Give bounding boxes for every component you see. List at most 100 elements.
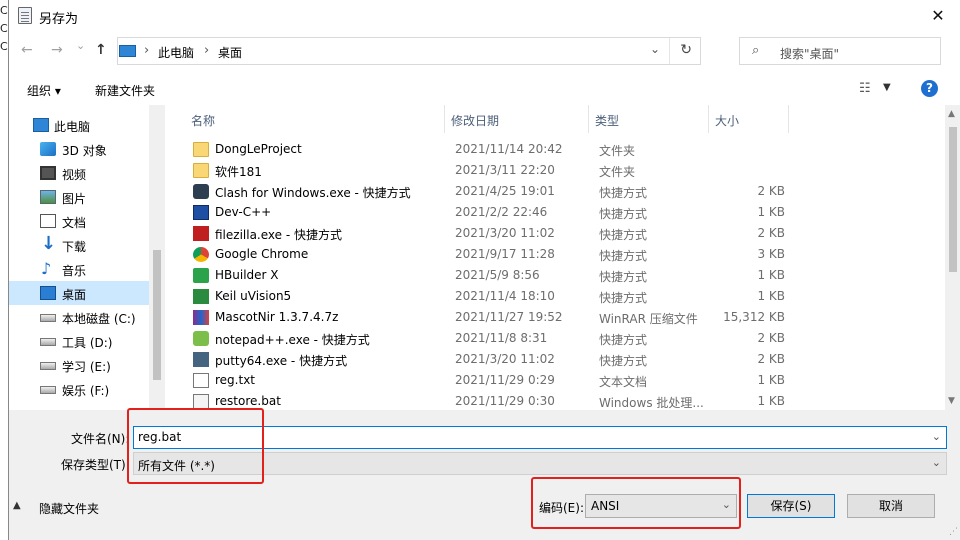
save-button[interactable]: 保存(S) xyxy=(747,494,835,518)
file-size: 2 KB xyxy=(757,184,785,198)
file-date: 2021/9/17 11:28 xyxy=(455,247,555,261)
cancel-button[interactable]: 取消 xyxy=(847,494,935,518)
title-bar: 另存为 ✕ xyxy=(9,0,960,31)
nav-item-label: 娱乐 (F:) xyxy=(62,384,110,398)
organize-button[interactable]: 组织 ▾ xyxy=(27,82,61,99)
nav-item-drive-d[interactable]: 工具 (D:) xyxy=(9,329,149,353)
back-button[interactable]: ← xyxy=(21,42,33,58)
up-button[interactable]: ↑ xyxy=(95,42,107,58)
devcpp-icon xyxy=(193,205,209,220)
file-row[interactable]: MascotNir 1.3.7.4.7z 2021/11/27 19:52 Wi… xyxy=(185,307,937,328)
clash-icon xyxy=(193,184,209,199)
nav-item-this-pc[interactable]: 此电脑 xyxy=(9,113,149,137)
column-header-size[interactable]: 大小 xyxy=(709,105,789,133)
file-name: Keil uVision5 xyxy=(215,289,292,303)
breadcrumb-this-pc[interactable]: 此电脑 xyxy=(158,44,194,61)
scroll-up-icon[interactable]: ▲ xyxy=(948,109,955,119)
column-header-date[interactable]: 修改日期 xyxy=(445,105,589,133)
nav-item-3d-objects[interactable]: 3D 对象 xyxy=(9,137,149,161)
scrollbar-thumb[interactable] xyxy=(153,250,161,380)
file-row[interactable]: reg.txt 2021/11/29 0:29 文本文档 1 KB xyxy=(185,370,937,391)
nav-item-pictures[interactable]: 图片 xyxy=(9,185,149,209)
file-date: 2021/11/14 20:42 xyxy=(455,142,563,156)
file-list-scrollbar[interactable]: ▲ ▼ xyxy=(945,105,960,410)
nav-scrollbar[interactable] xyxy=(149,105,165,410)
background-window-edge: C C C xyxy=(0,0,8,540)
file-type: 快捷方式 xyxy=(599,291,648,305)
file-row[interactable]: Clash for Windows.exe - 快捷方式 2021/4/25 1… xyxy=(185,181,937,202)
file-type: 快捷方式 xyxy=(599,228,648,242)
nav-item-videos[interactable]: 视频 xyxy=(9,161,149,185)
breadcrumb-desktop[interactable]: 桌面 xyxy=(218,44,242,61)
view-options-icon[interactable]: ☷ xyxy=(859,81,871,96)
file-row[interactable]: putty64.exe - 快捷方式 2021/3/20 11:02 快捷方式 … xyxy=(185,349,937,370)
text-file-icon xyxy=(193,373,209,388)
help-button[interactable]: ? xyxy=(921,80,938,97)
divider xyxy=(669,38,670,64)
file-name: 软件181 xyxy=(215,165,262,179)
file-row[interactable]: Keil uVision5 2021/11/4 18:10 快捷方式 1 KB xyxy=(185,286,937,307)
column-divider[interactable] xyxy=(788,105,789,133)
recent-locations-button[interactable]: ⌄ xyxy=(76,39,85,52)
chevron-right-icon[interactable]: › xyxy=(204,43,209,58)
file-row[interactable]: Dev-C++ 2021/2/2 22:46 快捷方式 1 KB xyxy=(185,202,937,223)
filetype-label: 保存类型(T): xyxy=(61,458,130,472)
scrollbar-thumb[interactable] xyxy=(949,127,957,272)
file-row[interactable]: filezilla.exe - 快捷方式 2021/3/20 11:02 快捷方… xyxy=(185,223,937,244)
file-name: notepad++.exe - 快捷方式 xyxy=(215,333,370,347)
view-dropdown-button[interactable]: ▼ xyxy=(883,82,891,93)
file-date: 2021/3/11 22:20 xyxy=(455,163,555,177)
forward-button[interactable]: → xyxy=(51,42,63,58)
file-type: 快捷方式 xyxy=(599,249,648,263)
nav-item-drive-e[interactable]: 学习 (E:) xyxy=(9,353,149,377)
video-icon xyxy=(40,166,56,180)
nav-item-downloads[interactable]: 下载 xyxy=(9,233,149,257)
file-row[interactable]: restore.bat 2021/11/29 0:30 Windows 批处理.… xyxy=(185,391,937,410)
address-row: ← → ⌄ ↑ › 此电脑 › 桌面 ⌄ ↻ ⌕ 搜索"桌面" xyxy=(9,31,960,71)
nav-item-documents[interactable]: 文档 xyxy=(9,209,149,233)
column-header-type[interactable]: 类型 xyxy=(589,105,709,133)
nav-item-desktop[interactable]: 桌面 xyxy=(9,281,149,305)
nav-item-label: 本地磁盘 (C:) xyxy=(62,312,136,326)
chevron-right-icon[interactable]: › xyxy=(144,43,149,58)
scroll-down-icon[interactable]: ▼ xyxy=(948,396,955,406)
nav-item-label: 视频 xyxy=(62,168,87,182)
file-type: WinRAR 压缩文件 xyxy=(599,312,698,326)
close-button[interactable]: ✕ xyxy=(915,0,960,31)
resize-grip-icon[interactable]: ⋰ xyxy=(949,527,958,537)
refresh-button[interactable]: ↻ xyxy=(680,42,692,58)
file-type: 文件夹 xyxy=(599,144,636,158)
file-name: MascotNir 1.3.7.4.7z xyxy=(215,310,339,324)
notepadpp-icon xyxy=(193,331,209,346)
nav-item-drive-c[interactable]: 本地磁盘 (C:) xyxy=(9,305,149,329)
file-row[interactable]: HBuilder X 2021/5/9 8:56 快捷方式 1 KB xyxy=(185,265,937,286)
file-size: 1 KB xyxy=(757,205,785,219)
nav-item-label: 此电脑 xyxy=(54,120,91,134)
file-date: 2021/2/2 22:46 xyxy=(455,205,548,219)
search-input[interactable]: ⌕ 搜索"桌面" xyxy=(739,37,941,65)
file-size: 2 KB xyxy=(757,331,785,345)
chevron-down-icon[interactable]: ⌄ xyxy=(932,456,941,469)
address-dropdown-button[interactable]: ⌄ xyxy=(650,42,660,56)
file-size: 1 KB xyxy=(757,394,785,408)
chevron-down-icon[interactable]: ⌄ xyxy=(932,430,941,443)
file-name: filezilla.exe - 快捷方式 xyxy=(215,228,342,242)
drive-icon xyxy=(40,314,56,322)
new-folder-button[interactable]: 新建文件夹 xyxy=(95,82,155,99)
nav-item-drive-f[interactable]: 娱乐 (F:) xyxy=(9,377,149,401)
file-size: 2 KB xyxy=(757,352,785,366)
address-bar[interactable]: › 此电脑 › 桌面 ⌄ ↻ xyxy=(117,37,701,65)
file-row[interactable]: 软件181 2021/3/11 22:20 文件夹 xyxy=(185,160,937,181)
nav-item-music[interactable]: 音乐 xyxy=(9,257,149,281)
nav-item-label: 文档 xyxy=(62,216,87,230)
nav-item-label: 3D 对象 xyxy=(62,144,107,158)
drive-icon xyxy=(40,338,56,346)
column-header-label: 名称 xyxy=(191,114,216,128)
nav-item-label: 学习 (E:) xyxy=(62,360,111,374)
file-row[interactable]: notepad++.exe - 快捷方式 2021/11/8 8:31 快捷方式… xyxy=(185,328,937,349)
file-row[interactable]: Google Chrome 2021/9/17 11:28 快捷方式 3 KB xyxy=(185,244,937,265)
desktop-icon xyxy=(40,286,56,300)
column-header-name[interactable]: ^ 名称 xyxy=(185,105,445,133)
file-row[interactable]: DongLeProject 2021/11/14 20:42 文件夹 xyxy=(185,139,937,160)
file-date: 2021/11/27 19:52 xyxy=(455,310,563,324)
